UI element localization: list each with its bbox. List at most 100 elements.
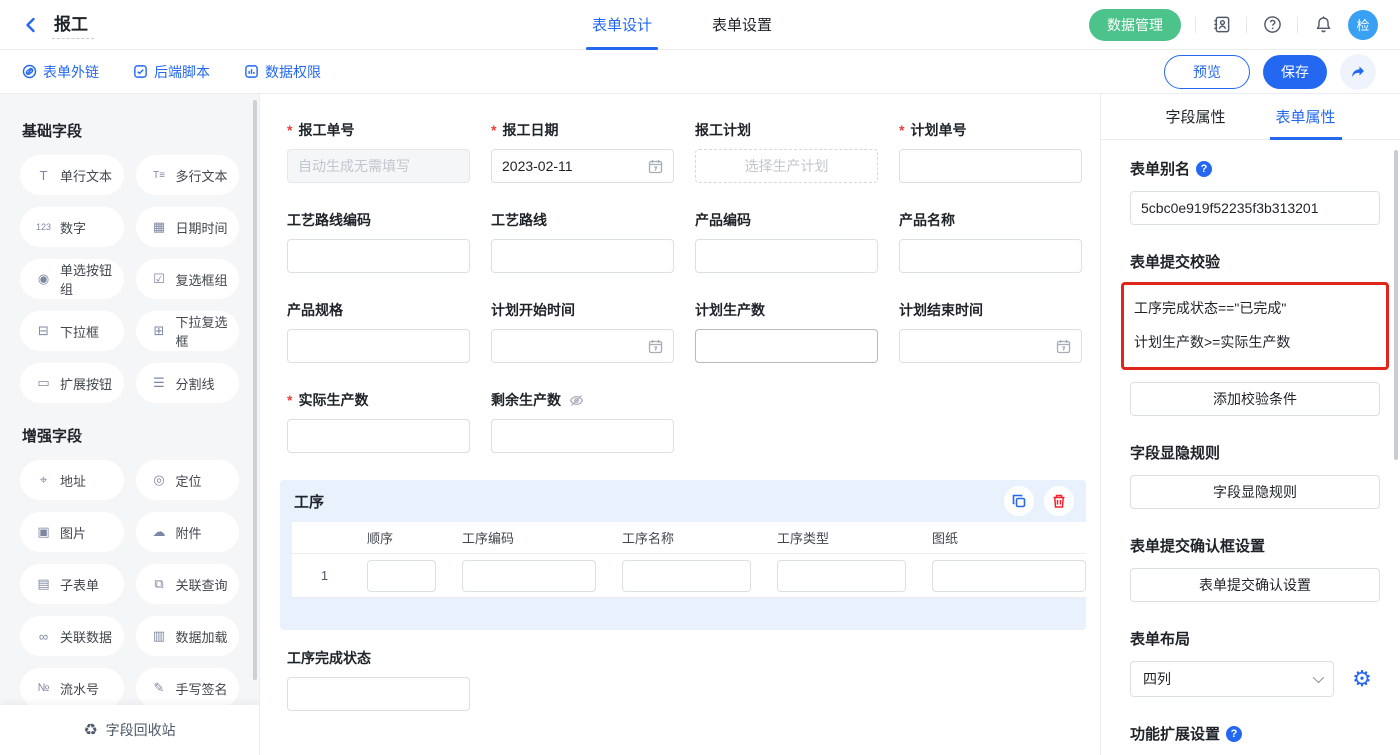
submit-confirm-button[interactable]: 表单提交确认设置 bbox=[1130, 568, 1380, 602]
field-process-status[interactable]: 工序完成状态 bbox=[287, 648, 470, 711]
field-type-geolocation[interactable]: ◎定位 bbox=[136, 460, 240, 500]
field-report-date[interactable]: *报工日期 bbox=[491, 120, 674, 183]
calendar-icon[interactable] bbox=[648, 159, 663, 174]
validation-rule[interactable]: 工序完成状态=="已完成" bbox=[1134, 291, 1376, 325]
report-date-input[interactable] bbox=[502, 158, 642, 174]
field-remaining-quantity[interactable]: 剩余生产数 bbox=[491, 390, 674, 453]
tab-form-design[interactable]: 表单设计 bbox=[590, 0, 654, 50]
extension-settings-title: 功能扩展设置 bbox=[1130, 723, 1220, 744]
layout-select[interactable]: 四列 bbox=[1130, 661, 1334, 697]
process-type-cell-input[interactable] bbox=[777, 560, 906, 592]
col-header-drawing[interactable]: 图纸 bbox=[922, 522, 1086, 554]
field-report-plan[interactable]: 报工计划 bbox=[695, 120, 878, 183]
field-type-datetime[interactable]: ▦日期时间 bbox=[136, 207, 240, 247]
col-header-process-code[interactable]: 工序编码 bbox=[452, 522, 612, 554]
sidebar-scrollbar[interactable] bbox=[253, 100, 257, 680]
field-product-name[interactable]: 产品名称 bbox=[899, 210, 1082, 273]
field-type-linked-data[interactable]: ∞关联数据 bbox=[20, 616, 124, 656]
tab-field-properties[interactable]: 字段属性 bbox=[1165, 94, 1225, 139]
add-validation-button[interactable]: 添加校验条件 bbox=[1130, 382, 1380, 416]
field-type-data-load[interactable]: ▥数据加载 bbox=[136, 616, 240, 656]
field-route[interactable]: 工艺路线 bbox=[491, 210, 674, 273]
form-title[interactable]: 报工 bbox=[52, 10, 94, 39]
subform-process[interactable]: 工序 顺序 工序编码 工序名称 工序类型 图纸 1 bbox=[280, 480, 1086, 630]
delete-button[interactable] bbox=[1044, 486, 1074, 516]
visibility-rules-button[interactable]: 字段显隐规则 bbox=[1130, 475, 1380, 509]
field-type-number[interactable]: 123数字 bbox=[20, 207, 124, 247]
field-plan-end-time[interactable]: 计划结束时间 bbox=[899, 300, 1082, 363]
preview-button[interactable]: 预览 bbox=[1164, 55, 1250, 89]
plan-number-input[interactable] bbox=[910, 158, 1071, 174]
cloud-upload-icon: ☁ bbox=[151, 524, 168, 540]
col-header-process-type[interactable]: 工序类型 bbox=[767, 522, 922, 554]
calendar-icon[interactable] bbox=[1056, 339, 1071, 354]
field-type-dropdown[interactable]: ⊟下拉框 bbox=[20, 311, 124, 351]
layout-settings-button[interactable]: ⚙ bbox=[1344, 661, 1380, 697]
field-type-subform[interactable]: ▤子表单 bbox=[20, 564, 124, 604]
field-route-code[interactable]: 工艺路线编码 bbox=[287, 210, 470, 273]
field-type-radio-group[interactable]: ◉单选按钮组 bbox=[20, 259, 124, 299]
field-type-serial-number[interactable]: №流水号 bbox=[20, 668, 124, 708]
field-type-multi-dropdown[interactable]: ⊞下拉复选框 bbox=[136, 311, 240, 351]
field-type-image[interactable]: ▣图片 bbox=[20, 512, 124, 552]
copy-button[interactable] bbox=[1004, 486, 1034, 516]
col-header-order[interactable]: 顺序 bbox=[357, 522, 452, 554]
process-status-input[interactable] bbox=[298, 686, 459, 702]
field-type-multi-line-text[interactable]: T≡多行文本 bbox=[136, 155, 240, 195]
field-plan-quantity[interactable]: 计划生产数 bbox=[695, 300, 878, 363]
plan-start-input[interactable] bbox=[502, 338, 642, 354]
drawing-cell-input[interactable] bbox=[932, 560, 1086, 592]
actual-quantity-input[interactable] bbox=[298, 428, 459, 444]
help-icon[interactable]: ? bbox=[1226, 726, 1242, 742]
contacts-book-icon[interactable] bbox=[1210, 14, 1232, 36]
help-icon[interactable]: ? bbox=[1196, 161, 1212, 177]
field-product-code[interactable]: 产品编码 bbox=[695, 210, 878, 273]
remaining-quantity-input[interactable] bbox=[502, 428, 663, 444]
field-type-linked-query[interactable]: ⧉关联查询 bbox=[136, 564, 240, 604]
route-input[interactable] bbox=[502, 248, 663, 264]
backend-script-item[interactable]: 后端脚本 bbox=[133, 62, 210, 82]
field-type-extend-button[interactable]: ▭扩展按钮 bbox=[20, 363, 124, 403]
user-avatar[interactable]: 检 bbox=[1348, 10, 1378, 40]
product-spec-input[interactable] bbox=[298, 338, 459, 354]
field-actual-quantity[interactable]: *实际生产数 bbox=[287, 390, 470, 453]
field-type-checkbox-group[interactable]: ☑复选框组 bbox=[136, 259, 240, 299]
tab-form-settings[interactable]: 表单设置 bbox=[710, 0, 774, 50]
field-plan-number[interactable]: *计划单号 bbox=[899, 120, 1082, 183]
field-type-attachment[interactable]: ☁附件 bbox=[136, 512, 240, 552]
help-icon[interactable] bbox=[1261, 14, 1283, 36]
notification-bell-icon[interactable] bbox=[1312, 14, 1334, 36]
field-type-address[interactable]: ⌖地址 bbox=[20, 460, 124, 500]
field-report-number[interactable]: *报工单号 bbox=[287, 120, 470, 183]
radio-icon: ◉ bbox=[35, 271, 52, 287]
field-plan-start-time[interactable]: 计划开始时间 bbox=[491, 300, 674, 363]
panel-scrollbar[interactable] bbox=[1394, 150, 1398, 460]
field-recycle-bin[interactable]: ♻ 字段回收站 bbox=[0, 705, 259, 755]
multi-dropdown-icon: ⊞ bbox=[151, 323, 168, 339]
field-product-spec[interactable]: 产品规格 bbox=[287, 300, 470, 363]
product-name-input[interactable] bbox=[910, 248, 1071, 264]
field-type-divider[interactable]: ☰分割线 bbox=[136, 363, 240, 403]
validation-rule[interactable]: 计划生产数>=实际生产数 bbox=[1134, 325, 1376, 359]
report-number-input[interactable] bbox=[298, 158, 459, 174]
field-type-signature[interactable]: ✎手写签名 bbox=[136, 668, 240, 708]
share-button[interactable] bbox=[1340, 54, 1376, 90]
data-permission-item[interactable]: 数据权限 bbox=[244, 62, 321, 82]
plan-quantity-input[interactable] bbox=[706, 338, 867, 354]
plan-end-input[interactable] bbox=[910, 338, 1050, 354]
form-alias-input[interactable] bbox=[1141, 200, 1369, 216]
tab-form-properties[interactable]: 表单属性 bbox=[1276, 94, 1336, 139]
col-header-process-name[interactable]: 工序名称 bbox=[612, 522, 767, 554]
report-plan-picker[interactable] bbox=[706, 158, 867, 174]
external-link-item[interactable]: 表单外链 bbox=[22, 62, 99, 82]
route-code-input[interactable] bbox=[298, 248, 459, 264]
order-cell-input[interactable] bbox=[367, 560, 436, 592]
data-manage-button[interactable]: 数据管理 bbox=[1089, 9, 1181, 41]
save-button[interactable]: 保存 bbox=[1263, 55, 1327, 89]
process-name-cell-input[interactable] bbox=[622, 560, 751, 592]
process-code-cell-input[interactable] bbox=[462, 560, 596, 592]
field-type-single-line-text[interactable]: T单行文本 bbox=[20, 155, 124, 195]
calendar-icon[interactable] bbox=[648, 339, 663, 354]
back-icon[interactable] bbox=[20, 14, 42, 36]
product-code-input[interactable] bbox=[706, 248, 867, 264]
